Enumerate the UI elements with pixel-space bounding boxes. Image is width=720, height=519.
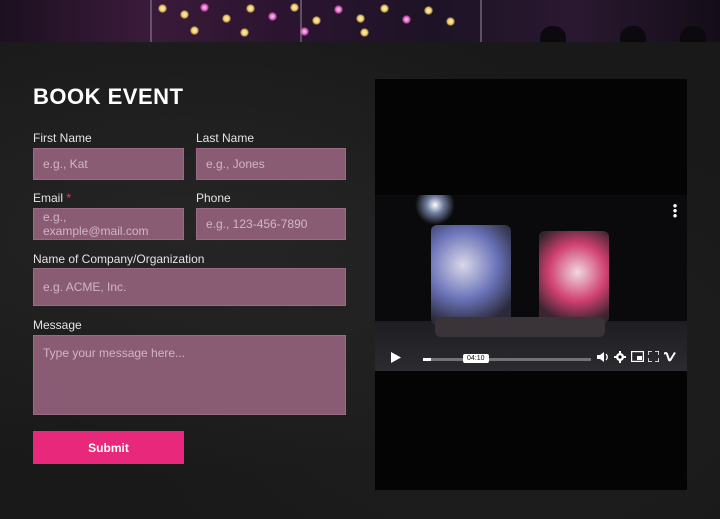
phone-placeholder: e.g., 123-456-7890	[206, 217, 308, 231]
first-name-input[interactable]: e.g., Kat	[33, 148, 184, 180]
submit-button[interactable]: Submit	[33, 431, 184, 464]
page-title: BOOK EVENT	[33, 84, 184, 109]
pip-icon[interactable]	[631, 351, 644, 362]
volume-icon[interactable]	[597, 351, 609, 363]
stage-riser	[435, 317, 605, 337]
progress-bar[interactable]: 04:10	[423, 354, 591, 363]
message-placeholder: Type your message here...	[43, 346, 186, 360]
first-name-placeholder: e.g., Kat	[43, 157, 88, 171]
company-input[interactable]: e.g. ACME, Inc.	[33, 268, 346, 306]
email-label-text: Email	[33, 191, 64, 205]
message-textarea[interactable]: Type your message here...	[33, 335, 346, 415]
vimeo-logo-icon[interactable]	[664, 351, 676, 362]
concert-banner-image	[0, 0, 720, 42]
video-player[interactable]: • • • 04:10	[375, 195, 687, 371]
progress-bar-fill	[423, 358, 432, 361]
company-placeholder: e.g. ACME, Inc.	[43, 280, 127, 294]
required-marker: *	[66, 191, 72, 205]
stage-spotlight	[415, 195, 455, 225]
video-controls: 04:10	[375, 343, 687, 371]
message-label: Message	[33, 318, 82, 332]
email-label: Email *	[33, 191, 71, 205]
stage-prop-left	[431, 225, 511, 325]
last-name-label: Last Name	[196, 131, 255, 145]
phone-label: Phone	[196, 191, 231, 205]
stage-prop-right	[539, 231, 609, 323]
settings-icon[interactable]	[614, 351, 626, 363]
fullscreen-icon[interactable]	[648, 351, 659, 362]
phone-input[interactable]: e.g., 123-456-7890	[196, 208, 346, 240]
more-options-icon[interactable]: • • •	[671, 199, 679, 222]
email-placeholder: e.g., example@mail.com	[43, 210, 149, 238]
email-input[interactable]: e.g., example@mail.com	[33, 208, 184, 240]
last-name-input[interactable]: e.g., Jones	[196, 148, 346, 180]
last-name-placeholder: e.g., Jones	[206, 157, 265, 171]
video-embed-panel: • • • 04:10	[375, 79, 687, 490]
timestamp-badge: 04:10	[463, 354, 489, 363]
first-name-label: First Name	[33, 131, 92, 145]
play-icon[interactable]	[391, 352, 401, 363]
company-label: Name of Company/Organization	[33, 252, 205, 266]
